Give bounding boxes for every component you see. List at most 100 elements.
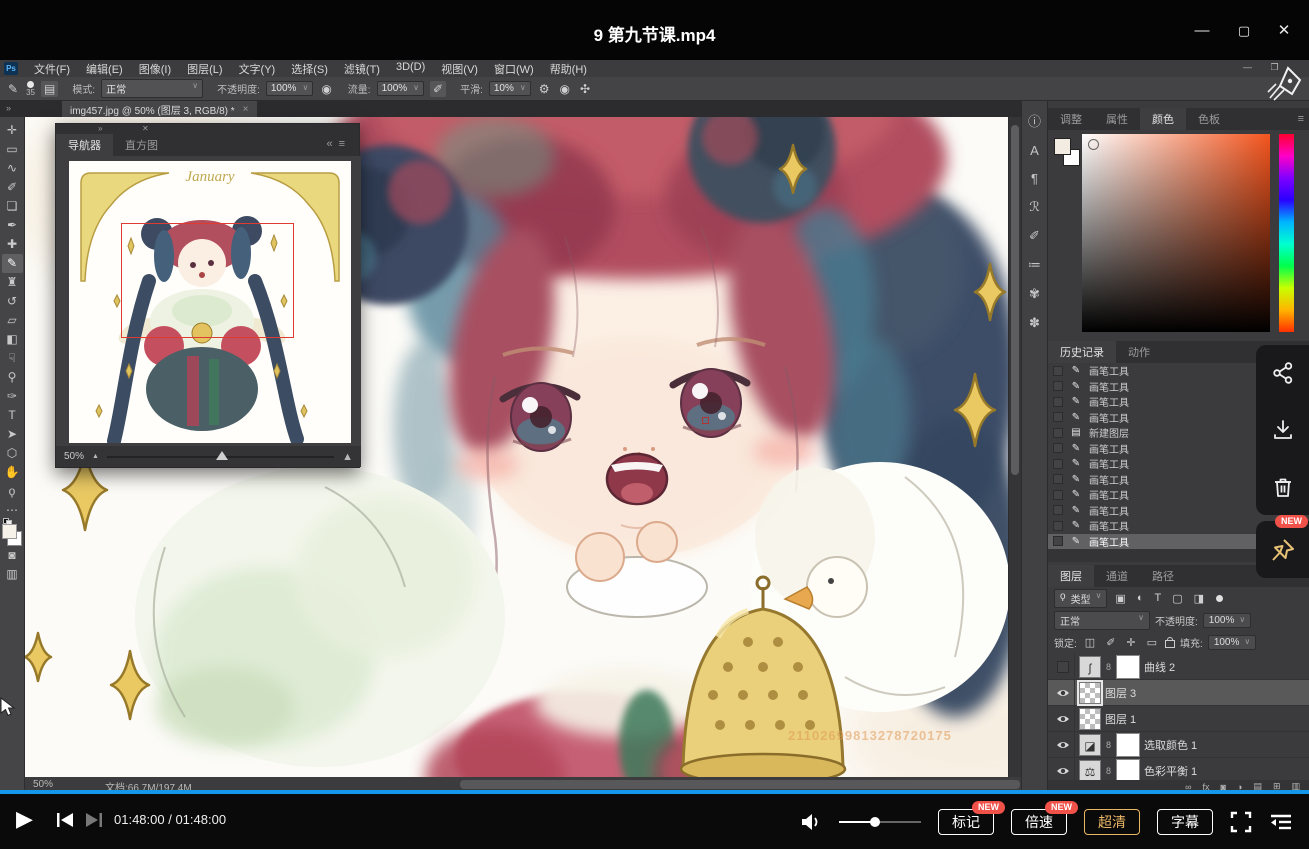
smoothing-options-gear-icon[interactable]: ⚙ [537, 82, 552, 96]
tool-button[interactable]: ☟ [2, 349, 23, 368]
navigator-collapse-menu-icons[interactable]: «≡ [326, 138, 351, 150]
fullscreen-icon[interactable] [1230, 811, 1252, 833]
panel-tab[interactable]: 色板 [1186, 108, 1232, 130]
layer-mask-thumbnail[interactable] [1116, 655, 1140, 679]
zoom-out-icon[interactable]: ▲ [92, 453, 99, 460]
pressure-size-icon[interactable]: ◉ [558, 82, 572, 96]
navigator-view-rect[interactable] [121, 223, 294, 338]
tool-button[interactable]: T [2, 406, 23, 425]
flow-select[interactable]: 100%∨ [377, 81, 424, 96]
document-close-icon[interactable]: × [243, 104, 249, 115]
video-frame[interactable]: Ps 文件(F)编辑(E)图像(I)图层(L)文字(Y)选择(S)滤镜(T)3D… [0, 60, 1309, 793]
layer-filter-select[interactable]: ϙ 类型 ∨ [1054, 589, 1107, 608]
tool-button[interactable]: ❏ [2, 197, 23, 216]
layer-filter-icon[interactable]: ▢ [1169, 592, 1185, 605]
tool-button[interactable]: ◧ [2, 330, 23, 349]
navigator-tab[interactable]: 导航器 [56, 134, 113, 156]
panel-icon[interactable]: ✐ [1024, 228, 1046, 244]
lock-option-icon[interactable]: ✐ [1103, 636, 1118, 649]
panel-icon[interactable]: A [1024, 143, 1046, 158]
history-source-well[interactable] [1053, 366, 1063, 376]
layer-filter-icon[interactable]: ◨ [1191, 592, 1207, 605]
zoom-slider-thumb[interactable] [216, 451, 228, 460]
document-tab[interactable]: img457.jpg @ 50% (图层 3, RGB/8) * × [62, 101, 257, 117]
history-source-well[interactable] [1053, 474, 1063, 484]
fg-bg-swatches[interactable] [1054, 138, 1080, 166]
menu-item[interactable]: 图像(I) [131, 61, 179, 77]
panel-icon[interactable]: ℛ [1024, 199, 1046, 215]
panel-icon[interactable]: ¶ [1024, 171, 1046, 186]
navigator-thumbnail[interactable]: January [69, 161, 351, 443]
layer-opacity-select[interactable]: 100% ∨ [1203, 613, 1251, 628]
previous-button[interactable] [55, 812, 75, 828]
navigator-panel[interactable]: » ✕ 导航器直方图 «≡ [55, 123, 360, 468]
horizontal-scroll-thumb[interactable] [460, 780, 1020, 789]
history-source-well[interactable] [1053, 412, 1063, 422]
pressure-opacity-icon[interactable]: ◉ [319, 82, 333, 96]
layer-visibility-toggle[interactable] [1052, 732, 1075, 757]
vertical-scrollbar[interactable] [1008, 117, 1022, 777]
panel-tab[interactable]: 动作 [1116, 341, 1162, 363]
history-source-well[interactable] [1053, 521, 1063, 531]
lock-option-icon[interactable]: ▭ [1144, 636, 1160, 649]
panel-icon[interactable]: ⓘ [1024, 111, 1046, 130]
menu-item[interactable]: 帮助(H) [542, 61, 595, 77]
panel-collapse-icon[interactable]: » [98, 124, 102, 133]
layer-fill-select[interactable]: 100% ∨ [1208, 635, 1256, 650]
history-source-well[interactable] [1053, 381, 1063, 391]
panel-tab[interactable]: 颜色 [1140, 108, 1186, 130]
history-source-well[interactable] [1053, 536, 1063, 546]
tool-button[interactable]: ∿ [2, 159, 23, 178]
mode-select[interactable]: 正常∨ [101, 79, 203, 98]
history-source-well[interactable] [1053, 443, 1063, 453]
layer-mask-thumbnail[interactable] [1116, 759, 1140, 783]
vertical-scroll-thumb[interactable] [1011, 125, 1019, 475]
layer-row[interactable]: 图层 1 [1048, 706, 1309, 732]
menu-item[interactable]: 图层(L) [179, 61, 230, 77]
panel-tab[interactable]: 历史记录 [1048, 341, 1116, 363]
panel-tab[interactable]: 通道 [1094, 565, 1140, 587]
menu-item[interactable]: 3D(D) [388, 61, 433, 77]
play-button[interactable]: ▶ [16, 806, 33, 832]
volume-handle[interactable] [870, 817, 880, 827]
history-source-well[interactable] [1053, 505, 1063, 515]
layer-thumbnail[interactable] [1079, 708, 1101, 730]
brush-preset-icon[interactable]: ✎ [6, 82, 20, 96]
panel-close-icon[interactable]: ✕ [142, 124, 149, 133]
tool-button[interactable]: ✚ [2, 235, 23, 254]
tool-button[interactable]: ϙ [2, 482, 23, 501]
history-source-well[interactable] [1053, 397, 1063, 407]
volume-icon[interactable] [800, 813, 822, 831]
panel-tab[interactable]: 调整 [1048, 108, 1094, 130]
layer-visibility-toggle[interactable] [1052, 706, 1075, 731]
player-button[interactable]: 字幕 [1157, 809, 1213, 835]
layer-row[interactable]: ◪ 8 选取颜色 1 [1048, 732, 1309, 758]
lock-option-icon[interactable]: ◫ [1082, 636, 1098, 649]
color-swatches[interactable] [2, 524, 22, 546]
toolbar-extra-icon[interactable]: ◙ [2, 546, 23, 565]
playlist-icon[interactable] [1269, 812, 1293, 832]
panel-icon[interactable]: ≔ [1024, 257, 1046, 273]
video-progress-bar[interactable] [0, 790, 1309, 794]
menu-item[interactable]: 窗口(W) [486, 61, 542, 77]
tab-chevrons-icon[interactable]: » [6, 103, 11, 113]
layer-row[interactable]: ʃ 8 曲线 2 [1048, 654, 1309, 680]
panel-menu-icon[interactable]: ≡ [1298, 113, 1304, 125]
layer-visibility-toggle[interactable] [1052, 680, 1075, 705]
hue-strip[interactable] [1279, 134, 1294, 332]
player-button[interactable]: 倍速 NEW [1011, 809, 1067, 835]
pin-button[interactable]: NEW [1256, 521, 1309, 578]
saturation-brightness-box[interactable] [1082, 134, 1270, 332]
history-source-well[interactable] [1053, 459, 1063, 469]
layer-thumbnail[interactable]: ◪ [1079, 734, 1101, 756]
history-source-well[interactable] [1053, 428, 1063, 438]
navigator-zoom-value[interactable]: 50% [64, 451, 84, 462]
zoom-in-icon[interactable]: ▲ [342, 451, 353, 463]
tool-button[interactable]: ♜ [2, 273, 23, 292]
symmetry-icon[interactable]: ✣ [578, 82, 592, 96]
layer-mask-thumbnail[interactable] [1116, 733, 1140, 757]
lock-option-icon[interactable]: ✛ [1123, 636, 1138, 649]
panel-tab[interactable]: 图层 [1048, 565, 1094, 587]
panel-tab[interactable]: 属性 [1094, 108, 1140, 130]
tool-button[interactable]: ✛ [2, 121, 23, 140]
